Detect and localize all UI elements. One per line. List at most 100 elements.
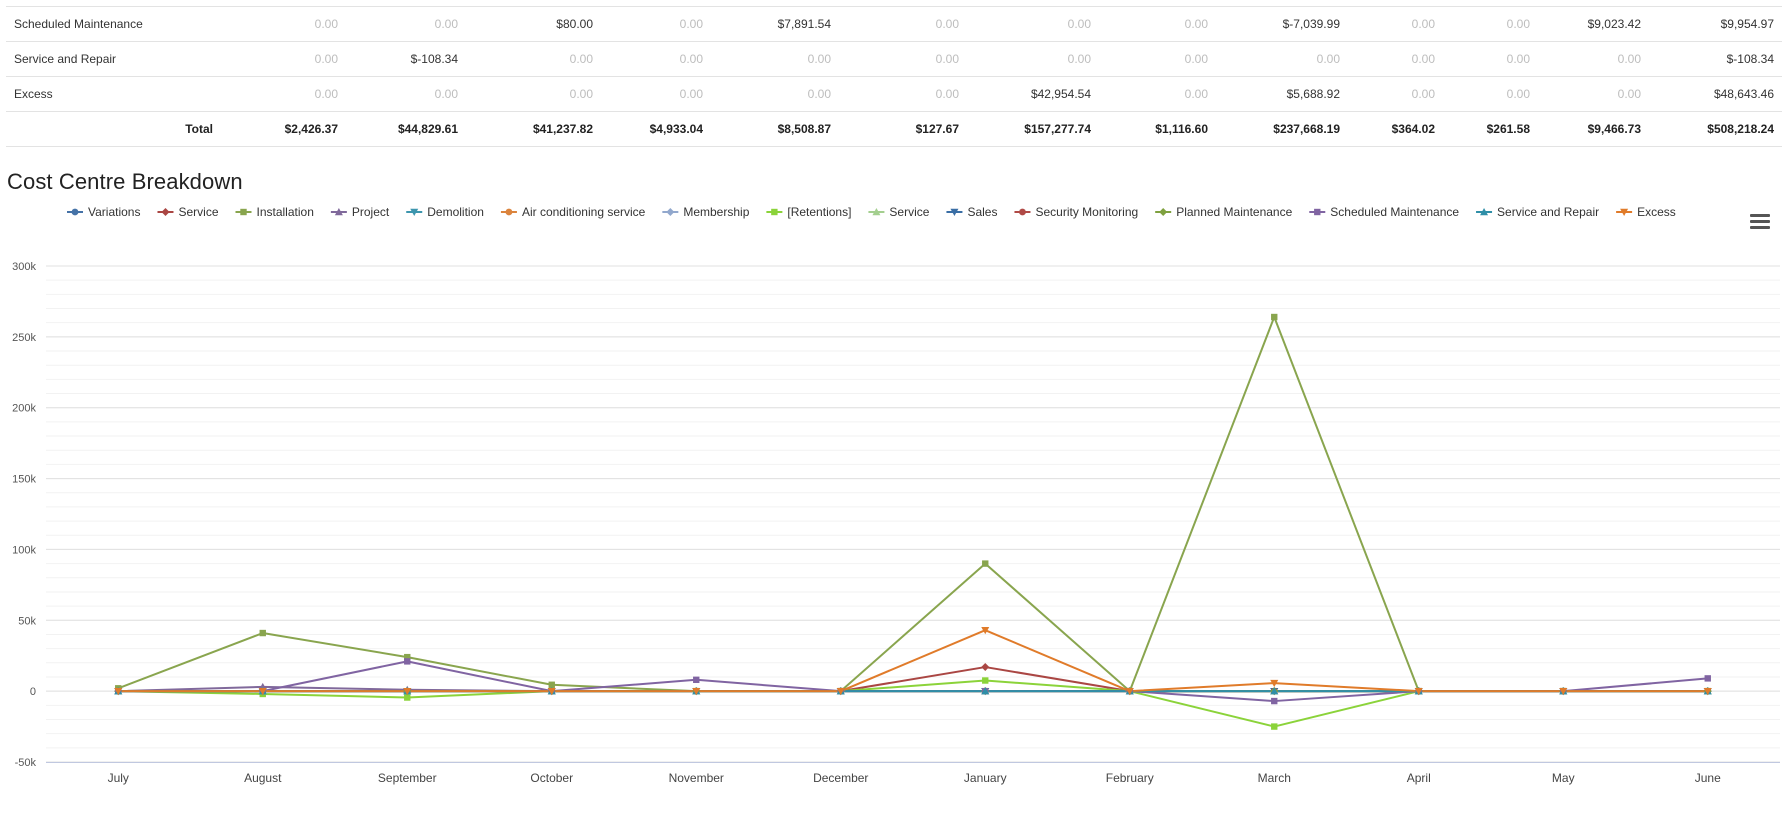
- table-cell: $9,023.42: [1538, 6, 1649, 42]
- table-cell: 0.00: [221, 41, 346, 77]
- cost-centre-line-chart: -50k 0 50k 100k 150k 200k 250k 300k July August Se…: [12, 205, 1780, 785]
- x-tick-label: October: [530, 771, 573, 785]
- legend-item[interactable]: Security Monitoring: [1035, 205, 1138, 219]
- legend-marker: [161, 208, 170, 216]
- table-cell: 0.00: [1348, 41, 1443, 77]
- legend-item[interactable]: Service and Repair: [1497, 205, 1599, 219]
- table-cell: $7,891.54: [711, 6, 839, 42]
- x-tick-label: April: [1407, 771, 1431, 785]
- total-cell: $364.02: [1348, 111, 1443, 147]
- data-point: [1271, 723, 1278, 730]
- x-tick-label: November: [669, 771, 724, 785]
- cost-centre-table: Scheduled Maintenance 0.00 0.00 $80.00 0.00 $…: [6, 6, 1782, 147]
- table-row: Service and Repair 0.00 $-108.34 0.00 0.00 0.…: [6, 41, 1782, 77]
- table-cell: 0.00: [839, 41, 967, 77]
- legend-item[interactable]: Planned Maintenance: [1176, 205, 1292, 219]
- y-tick-label: 50k: [18, 615, 36, 627]
- x-tick-label: January: [964, 771, 1007, 785]
- table-cell: $-108.34: [1649, 41, 1782, 77]
- data-point: [1704, 675, 1711, 682]
- data-point: [404, 694, 411, 701]
- legend-item[interactable]: Service: [889, 205, 929, 219]
- legend-item[interactable]: Demolition: [427, 205, 484, 219]
- total-cell: $41,237.82: [466, 111, 601, 147]
- series-line: [118, 666, 1708, 693]
- table-cell: 0.00: [1538, 41, 1649, 77]
- table-cell: $48,643.46: [1649, 76, 1782, 112]
- table-cell: 0.00: [466, 76, 601, 112]
- row-label: Scheduled Maintenance: [6, 6, 221, 42]
- table-cell: 0.00: [601, 6, 711, 42]
- legend-item[interactable]: Service: [178, 205, 218, 219]
- x-tick-label: March: [1258, 771, 1291, 785]
- legend-marker: [71, 208, 79, 216]
- x-tick-label: February: [1106, 771, 1154, 785]
- chart-title: Cost Centre Breakdown: [7, 169, 243, 194]
- y-tick-label: -50k: [15, 757, 37, 769]
- legend-item[interactable]: Excess: [1637, 205, 1676, 219]
- table-row: Scheduled Maintenance 0.00 0.00 $80.00 0.00 $…: [6, 6, 1782, 42]
- legend-item[interactable]: Membership: [683, 205, 749, 219]
- series-line: [117, 316, 1708, 693]
- table-cell: 0.00: [1443, 41, 1538, 77]
- y-tick-label: 300k: [12, 261, 36, 273]
- table-cell: 0.00: [967, 41, 1099, 77]
- x-tick-label: July: [108, 771, 129, 785]
- table-total-row: Total $2,426.37 $44,829.61 $41,237.82 $4,933…: [6, 111, 1782, 147]
- table-cell: 0.00: [1348, 6, 1443, 42]
- legend-marker: [505, 208, 513, 216]
- table-cell: 0.00: [221, 76, 346, 112]
- data-point: [693, 676, 700, 684]
- table-cell: 0.00: [1216, 41, 1348, 77]
- legend-marker: [771, 208, 778, 216]
- legend-marker: [240, 208, 247, 216]
- legend-item[interactable]: Installation: [257, 205, 314, 219]
- x-tick-label: August: [244, 771, 282, 785]
- total-cell: $157,277.74: [967, 111, 1099, 147]
- legend-item[interactable]: [Retentions]: [787, 205, 851, 219]
- total-cell: $237,668.19: [1216, 111, 1348, 147]
- y-tick-label: 150k: [12, 474, 36, 486]
- table-cell: 0.00: [1099, 76, 1216, 112]
- y-tick-label: 250k: [12, 332, 36, 344]
- table-cell: 0.00: [1538, 76, 1649, 112]
- legend-item[interactable]: Variations: [88, 205, 140, 219]
- table-cell: 0.00: [839, 76, 967, 112]
- y-tick-label: 0: [30, 686, 36, 698]
- legend-item[interactable]: Sales: [967, 205, 997, 219]
- table-cell: 0.00: [601, 41, 711, 77]
- total-cell: $4,933.04: [601, 111, 711, 147]
- x-tick-label: December: [813, 771, 868, 785]
- table-cell: 0.00: [1099, 6, 1216, 42]
- table-cell: 0.00: [346, 6, 466, 42]
- cost-centre-table-wrapper: Scheduled Maintenance 0.00 0.00 $80.00 0.00 $…: [6, 6, 1782, 147]
- data-point: [982, 677, 989, 684]
- row-label: Service and Repair: [6, 41, 221, 77]
- total-cell: $261.58: [1443, 111, 1538, 147]
- table-cell: $-7,039.99: [1216, 6, 1348, 42]
- total-cell: $44,829.61: [346, 111, 466, 147]
- data-point: [981, 663, 990, 672]
- series-line: [118, 660, 1708, 703]
- table-cell: 0.00: [1348, 76, 1443, 112]
- y-tick-label: 200k: [12, 403, 36, 415]
- x-tick-label: June: [1695, 771, 1721, 785]
- data-point: [404, 658, 411, 665]
- data-point: [982, 560, 989, 567]
- table-cell: $42,954.54: [967, 76, 1099, 112]
- table-cell: $-108.34: [346, 41, 466, 77]
- legend-item[interactable]: Project: [352, 205, 390, 219]
- table-cell: 0.00: [839, 6, 967, 42]
- total-cell: $127.67: [839, 111, 967, 147]
- legend-item[interactable]: Scheduled Maintenance: [1330, 205, 1459, 219]
- legend-item[interactable]: Air conditioning service: [522, 205, 646, 219]
- data-point: [548, 681, 555, 688]
- legend-marker: [1314, 208, 1321, 216]
- total-cell: $8,508.87: [711, 111, 839, 147]
- table-cell: 0.00: [711, 41, 839, 77]
- series-line: [118, 629, 1708, 693]
- table-cell: 0.00: [466, 41, 601, 77]
- table-cell: 0.00: [1443, 6, 1538, 42]
- table-cell: $80.00: [466, 6, 601, 42]
- table-cell: 0.00: [1443, 76, 1538, 112]
